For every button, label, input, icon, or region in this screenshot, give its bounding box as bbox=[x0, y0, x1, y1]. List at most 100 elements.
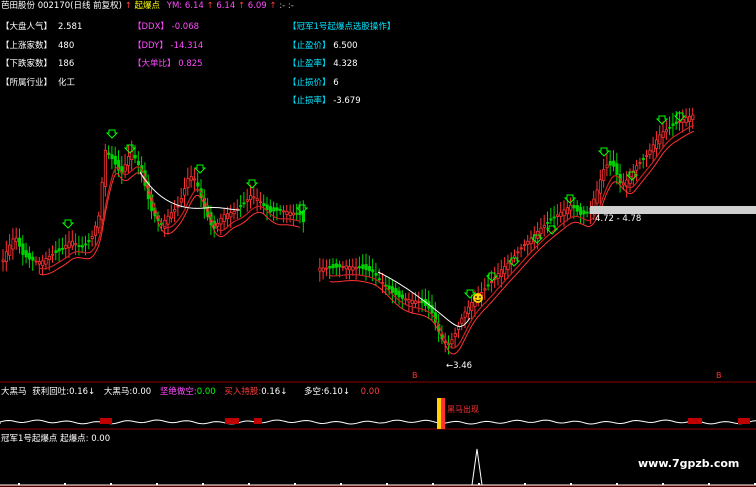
candle-body bbox=[123, 164, 127, 172]
period-marker: B bbox=[412, 371, 418, 380]
candle-body bbox=[258, 201, 263, 204]
candle-body bbox=[249, 195, 253, 201]
long-short-label: 多空: bbox=[304, 387, 324, 397]
candle-body bbox=[278, 208, 282, 211]
candle-body bbox=[519, 247, 523, 250]
candle-body bbox=[262, 203, 266, 207]
candle-body bbox=[351, 266, 355, 271]
info-row-down-count: 【下跌家数】 186 bbox=[1, 59, 75, 69]
candle-body bbox=[384, 284, 388, 287]
candle-body bbox=[575, 205, 579, 212]
candle-body bbox=[288, 211, 292, 216]
buy-arrow-icon bbox=[245, 179, 259, 189]
candle-body bbox=[569, 204, 573, 211]
info-right: 【冠军1号起爆点选股操作】 【止盈价】 6.500 【止盈率】 4.328 【止… bbox=[288, 18, 395, 111]
candle-body bbox=[651, 144, 655, 153]
candle-body bbox=[331, 264, 335, 269]
info-row-ddy: 【DDY】 -14.314 bbox=[133, 40, 204, 51]
candle-body bbox=[334, 263, 338, 268]
candle-body bbox=[189, 176, 193, 181]
candle-body bbox=[684, 117, 688, 123]
candle-body bbox=[460, 317, 464, 324]
candle-body bbox=[364, 264, 368, 271]
candle-body bbox=[489, 281, 494, 283]
candle-body bbox=[371, 269, 375, 273]
candle-body bbox=[282, 210, 286, 213]
panel2-title: 大黑马 bbox=[1, 387, 27, 397]
panel3-tick bbox=[110, 483, 112, 485]
smiley-eye bbox=[479, 296, 481, 298]
candle-body bbox=[542, 225, 546, 228]
buy-arrow-icon bbox=[105, 129, 119, 139]
candle-body bbox=[57, 248, 61, 252]
panel3-tick bbox=[18, 483, 20, 485]
candle-body bbox=[8, 244, 12, 256]
candle-body bbox=[229, 212, 233, 218]
candle-body bbox=[390, 286, 395, 293]
info-row-stop-loss-price: 【止损价】 6 bbox=[288, 77, 339, 88]
profit-taking-value: 0.16↓ bbox=[69, 387, 96, 397]
candle-body bbox=[47, 255, 51, 260]
oscillator-red-bar bbox=[738, 418, 750, 424]
current-price-band bbox=[590, 206, 756, 214]
short-label: 坚绝做空: bbox=[159, 387, 197, 397]
candle-body bbox=[539, 227, 543, 234]
ym-value-3: 6.09 bbox=[247, 1, 267, 11]
candle-body bbox=[582, 210, 586, 215]
candle-body bbox=[354, 266, 358, 270]
candle-body bbox=[470, 301, 474, 311]
candle-body bbox=[176, 205, 180, 208]
candle-body bbox=[348, 266, 352, 271]
panel3-tick bbox=[432, 483, 434, 485]
candle-body bbox=[598, 179, 602, 194]
candle-body bbox=[80, 245, 84, 248]
candle-body bbox=[341, 266, 345, 268]
up-arrow-icon: ↑ bbox=[237, 1, 246, 11]
panel3-tick bbox=[478, 483, 480, 485]
candle-body bbox=[1, 259, 5, 262]
candle-body bbox=[648, 149, 652, 155]
smiley-icon bbox=[473, 293, 483, 303]
smiley-eye bbox=[475, 296, 477, 298]
candle-body bbox=[562, 209, 566, 217]
candle-body bbox=[14, 237, 18, 242]
up-arrow-icon: ↑ bbox=[269, 1, 277, 11]
candle-body bbox=[579, 206, 583, 215]
oscillator-line bbox=[0, 419, 756, 425]
candle-body bbox=[291, 212, 296, 216]
ma-line-lower bbox=[39, 172, 301, 276]
dark-horse-signal-label: 黑马出现 bbox=[447, 405, 479, 414]
candle-body bbox=[635, 165, 639, 171]
candle-body bbox=[51, 253, 55, 256]
candle-body bbox=[463, 311, 467, 318]
candle-body bbox=[361, 264, 365, 269]
buy-hold-value: 0.16↓ bbox=[261, 387, 288, 397]
candle-body bbox=[450, 339, 454, 345]
candle-body bbox=[21, 243, 25, 255]
trigger-spike bbox=[471, 448, 483, 486]
candle-body bbox=[242, 202, 246, 205]
buy-arrow-icon bbox=[655, 115, 669, 125]
candle-body bbox=[691, 114, 695, 120]
candle-body bbox=[585, 211, 589, 214]
panel2-header: 大黑马 获利回吐:0.16↓ 大黑马:0.00 坚绝做空:0.00 买入持股:0… bbox=[1, 387, 380, 397]
candle-body bbox=[179, 197, 183, 203]
candle-body bbox=[34, 260, 38, 263]
candle-body bbox=[100, 182, 104, 220]
dark-horse-value: 0.00 bbox=[132, 387, 152, 397]
candle-body bbox=[90, 236, 94, 239]
panel3-tick bbox=[524, 483, 526, 485]
candle-body bbox=[549, 218, 553, 221]
candle-body bbox=[318, 267, 322, 272]
panel3-label: 冠军1号起爆点 起爆点: bbox=[1, 434, 89, 444]
candle-body bbox=[225, 213, 230, 220]
buy-arrow-icon bbox=[597, 147, 611, 157]
candle-body bbox=[602, 168, 606, 182]
long-short-value: 6.10↓ bbox=[323, 387, 350, 397]
candle-body bbox=[219, 217, 223, 225]
oscillator-red-bar bbox=[225, 418, 239, 424]
candle-body bbox=[671, 123, 675, 126]
candle-body bbox=[387, 285, 391, 290]
info-row-big-order-ratio: 【大单比】 0.825 bbox=[133, 59, 203, 69]
panel3-tick bbox=[570, 483, 572, 485]
